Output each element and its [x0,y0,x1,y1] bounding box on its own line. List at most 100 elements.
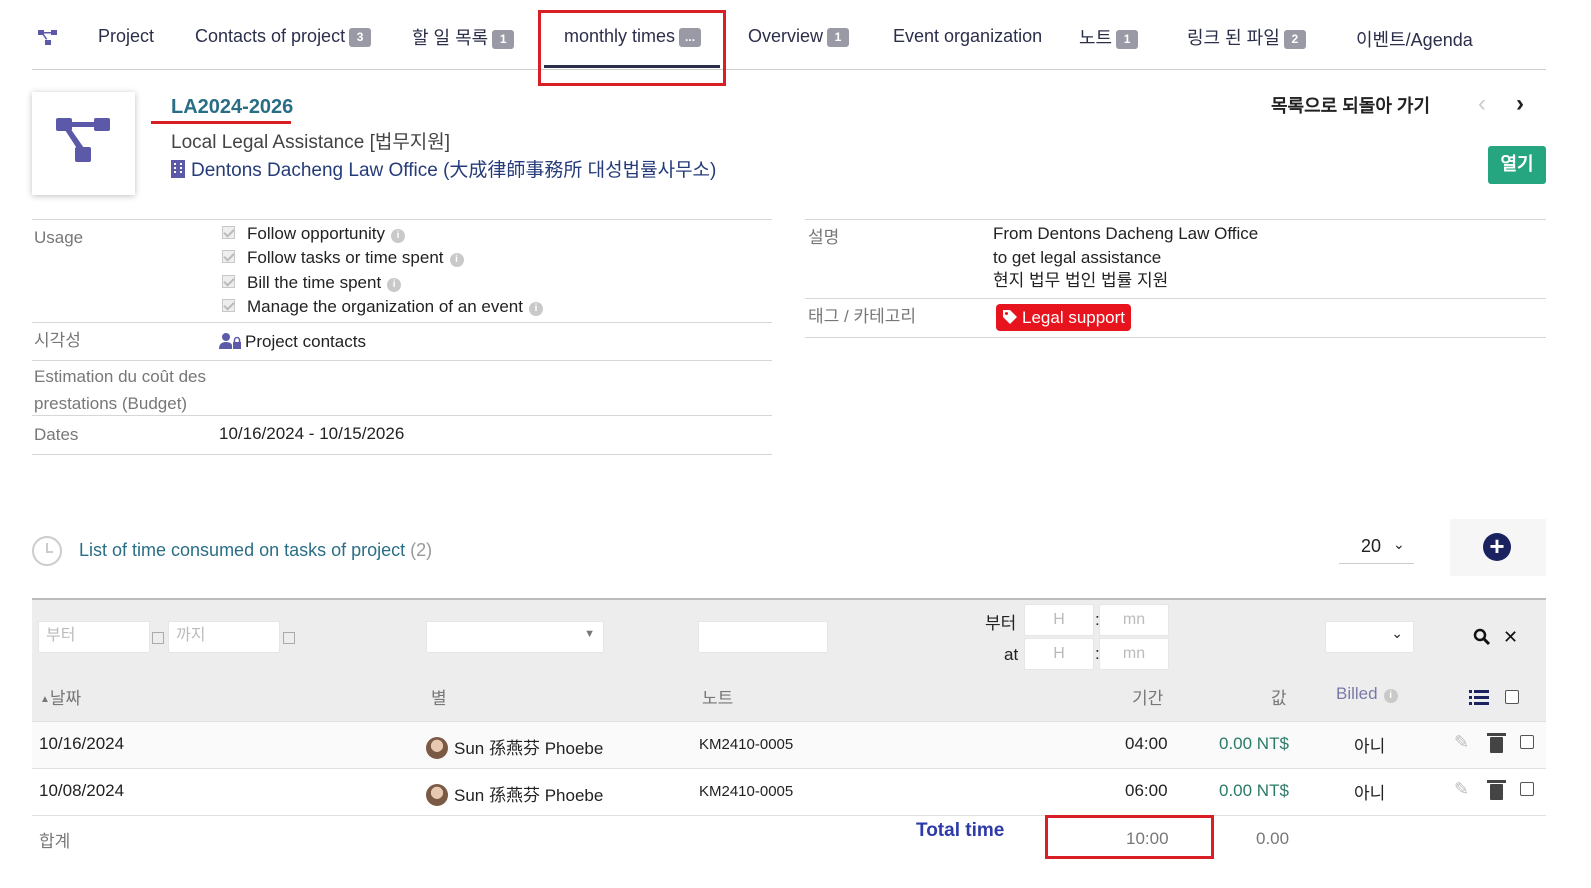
usage-option: Bill the time spent i [222,271,402,295]
divider [32,360,772,361]
divider [32,454,772,455]
row-user[interactable]: Sun 孫燕芬 Phoebe [426,781,603,806]
info-icon: i [528,302,543,316]
tab-badge: 1 [1116,30,1139,49]
visibility-value: Project contacts [219,330,366,354]
tab-label: Event organization [893,26,1043,46]
duration-at-label: at [1004,645,1019,664]
billed-filter-select[interactable]: ⌄ [1325,621,1414,653]
info-icon: i [449,253,464,267]
clear-filter-icon[interactable]: ✕ [1503,627,1518,648]
edit-icon[interactable]: ✎ [1454,779,1469,800]
project-logo [32,92,135,195]
divider [32,815,1546,816]
tab-overview[interactable]: Overview 1 [748,26,850,47]
date-from-input[interactable]: 부터 [38,621,150,653]
tab-badge: 3 [349,28,372,47]
user-name: Sun 孫燕芬 Phoebe [454,786,604,805]
row-value: 0.00 NT$ [1219,734,1289,753]
edit-icon[interactable]: ✎ [1454,732,1469,753]
next-record-button[interactable]: › [1516,90,1524,118]
project-tree-icon [38,30,60,46]
usage-checkbox [222,275,235,288]
tab-contacts[interactable]: Contacts of project 3 [195,26,372,47]
usage-option-label: Follow tasks or time spent [247,248,444,267]
thirdparty-name: Dentons Dacheng Law Office (大成律師事務所 대성법률… [191,160,717,181]
column-header-user[interactable]: 별 [431,684,447,709]
total-value: 0.00 [1256,829,1290,848]
sort-asc-icon: ▲ [40,694,50,705]
total-label: 합계 [39,832,71,851]
usage-option: Follow tasks or time spent i [222,246,464,270]
note-filter-input[interactable] [698,621,828,653]
placeholder: 까지 [176,627,206,644]
row-user[interactable]: Sun 孫燕芬 Phoebe [426,734,603,759]
placeholder: 부터 [46,627,76,644]
tab-event-organization[interactable]: Event organization [893,26,1042,47]
status-badge: 열기 [1488,146,1546,184]
divider [805,298,1546,299]
user-filter-select[interactable]: ▼ [426,621,604,653]
avatar [426,737,448,759]
dates-value: 10/16/2024 - 10/15/2026 [219,424,405,443]
list-count: (2) [410,540,433,560]
highlight-box-total [1045,815,1214,859]
description-line: to get legal assistance [993,248,1162,267]
list-title: List of time consumed on tasks of projec… [79,540,432,561]
divider [32,219,772,220]
tag-label: Legal support [1022,308,1126,327]
tab-tasks[interactable]: 할 일 목록 1 [412,24,515,50]
tab-linked-files[interactable]: 링크 된 파일 2 [1187,24,1306,50]
tab-label: 할 일 목록 [412,28,489,48]
calendar-icon[interactable] [283,632,295,644]
user-lock-icon [219,332,241,349]
add-time-button[interactable]: + [1483,533,1511,561]
column-header-note[interactable]: 노트 [702,684,733,709]
thirdparty-link[interactable]: Dentons Dacheng Law Office (大成律師事務所 대성법률… [171,155,716,182]
column-header-duration[interactable]: 기간 [1132,684,1163,709]
placeholder: mn [1122,611,1146,628]
tab-agenda[interactable]: 이벤트/Agenda [1356,26,1473,52]
divider [805,219,1546,220]
chevron-down-icon: ⌄ [1391,625,1403,641]
tab-notes[interactable]: 노트 1 [1079,24,1139,50]
column-header-date[interactable]: ▲날짜 [40,684,81,709]
row-note: KM2410-0005 [699,783,794,800]
delete-icon[interactable] [1487,733,1506,753]
row-value: 0.00 NT$ [1219,781,1289,800]
usage-option-label: Manage the organization of an event [247,297,523,316]
column-selector-icon[interactable] [1469,689,1489,710]
column-header-value[interactable]: 값 [1271,684,1287,709]
project-ref[interactable]: LA2024-2026 [171,96,293,119]
row-checkbox[interactable] [1520,782,1534,796]
hour-from-input[interactable]: H [1024,604,1094,636]
usage-option-label: Bill the time spent [247,273,382,292]
back-to-list-link[interactable]: 목록으로 되돌아 가기 [1271,92,1430,118]
category-tag[interactable]: Legal support [996,304,1132,331]
divider [805,337,1546,338]
minute-to-input[interactable]: mn [1099,638,1169,670]
page-size-select[interactable]: 20 ⌄ [1339,530,1414,564]
usage-checkbox [222,250,235,263]
info-icon: i [1383,689,1398,703]
delete-icon[interactable] [1487,780,1506,800]
hour-to-input[interactable]: H [1024,638,1094,670]
row-date: 10/16/2024 [39,734,125,753]
search-icon[interactable] [1473,628,1491,651]
usage-option-label: Follow opportunity [247,224,385,243]
select-all-checkbox[interactable] [1505,690,1519,704]
column-label: Billed [1336,684,1378,703]
calendar-icon[interactable] [152,632,164,644]
previous-record-button[interactable]: ‹ [1478,90,1486,118]
date-to-input[interactable]: 까지 [168,621,280,653]
highlight-underline-ref [151,121,291,124]
building-icon [171,160,185,178]
tag-icon [1002,306,1018,324]
minute-from-input[interactable]: mn [1099,604,1169,636]
row-checkbox[interactable] [1520,735,1534,749]
caret-down-icon: ▼ [584,628,595,640]
usage-label: Usage [34,228,84,247]
tab-project[interactable]: Project [98,26,154,47]
page-size-value: 20 [1361,536,1382,556]
column-header-billed[interactable]: Billed i [1336,684,1398,704]
